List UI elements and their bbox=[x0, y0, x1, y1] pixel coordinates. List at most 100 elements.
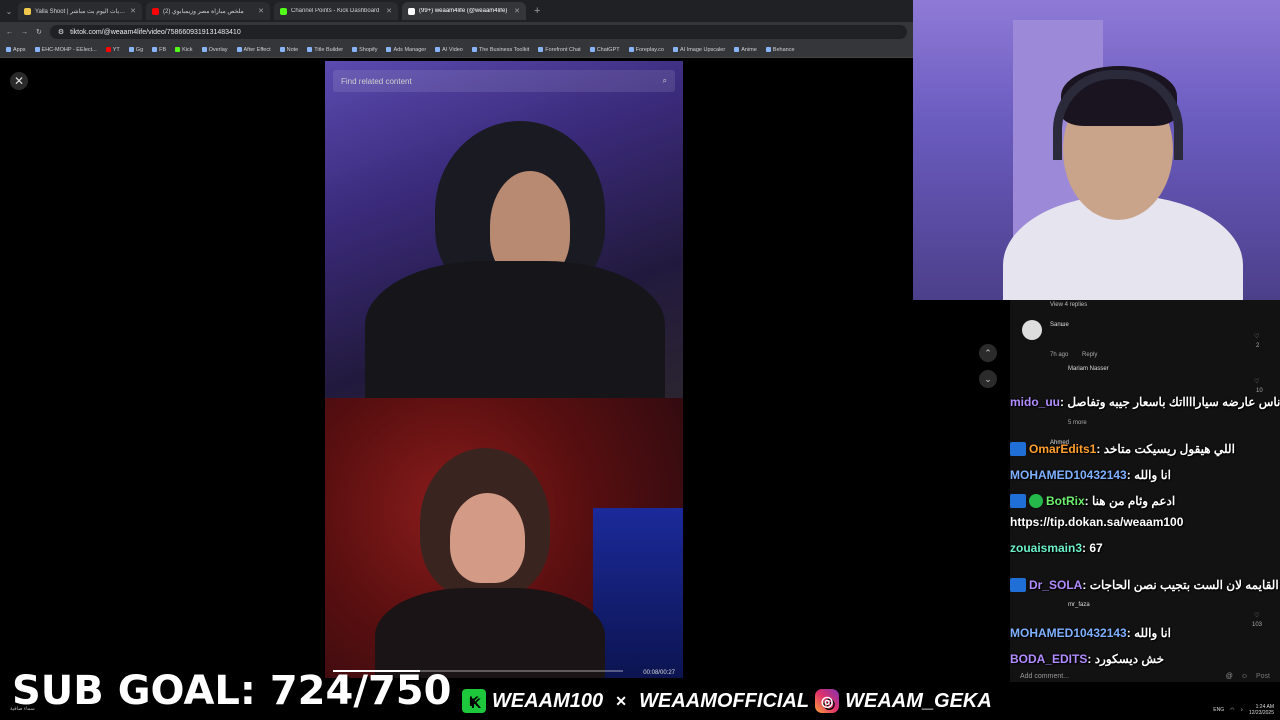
bookmark-item[interactable]: YT bbox=[105, 47, 120, 53]
bookmark-item[interactable]: Forefront Chat bbox=[538, 47, 581, 53]
post-button[interactable]: Post bbox=[1256, 673, 1270, 680]
browser-tab[interactable]: Yalla Shoot | مشاهدة مباريات اليوم بث مب… bbox=[18, 2, 142, 20]
tab-title: Yalla Shoot | مشاهدة مباريات اليوم بث مب… bbox=[35, 8, 126, 15]
language-indicator[interactable]: ENG bbox=[1213, 707, 1224, 713]
bookmark-item[interactable]: EHC-MOHP - EElect... bbox=[34, 47, 97, 53]
mention-icon[interactable]: @ bbox=[1226, 673, 1233, 680]
bookmark-item[interactable]: Title Builder bbox=[307, 47, 343, 53]
bookmark-item[interactable]: Behance bbox=[765, 47, 795, 53]
comments-panel: View 4 replies Sanше 7h ago Reply ♡ 2 Ma… bbox=[1010, 300, 1280, 682]
bookmark-item[interactable]: Apps bbox=[6, 47, 26, 53]
instagram-logo-icon: ◎ bbox=[815, 689, 840, 713]
volume-icon[interactable]: ♪ bbox=[1240, 707, 1243, 713]
bookmark-item[interactable]: The Business Toolkit bbox=[471, 47, 529, 53]
search-placeholder: Find related content bbox=[341, 76, 412, 86]
related-search-input[interactable]: Find related content ⌕ bbox=[333, 70, 675, 92]
like-heart-icon[interactable]: ♡ bbox=[1254, 612, 1259, 619]
bookmark-icon bbox=[352, 47, 358, 52]
bookmark-icon bbox=[201, 47, 207, 52]
moderator-badge-icon bbox=[1010, 493, 1026, 508]
clock[interactable]: 1:24 AM 12/23/2025 bbox=[1249, 704, 1274, 716]
bookmarks-bar: Apps EHC-MOHP - EElect... YT Gg FB Kick … bbox=[0, 42, 913, 58]
bookmark-icon bbox=[105, 47, 111, 52]
bookmark-item[interactable]: ChatGPT bbox=[589, 47, 620, 53]
bookmark-item[interactable]: Foreplay.co bbox=[628, 47, 664, 53]
tiktok-video-page: ✕ Find related content ⌕ 00:08/00:27 ⌃ ⌄ bbox=[0, 58, 1010, 720]
bookmark-icon bbox=[386, 47, 392, 52]
video-player[interactable]: Find related content ⌕ 00:08/00:27 bbox=[325, 61, 683, 678]
browser-tab[interactable]: Channel Points - Kick Dashboard ✕ bbox=[274, 2, 398, 20]
chat-text: اللي هيقول ريسيكت متاخد bbox=[1103, 442, 1235, 456]
tab-close-icon[interactable]: ✕ bbox=[130, 7, 136, 15]
bookmark-item[interactable]: Shopify bbox=[352, 47, 377, 53]
bookmark-icon bbox=[471, 47, 477, 52]
chat-message: OmarEdits1: اللي هيقول ريسيكت متاخد bbox=[1010, 441, 1235, 457]
weather-widget[interactable]: سماء صافية bbox=[10, 706, 35, 712]
tab-favicon-icon bbox=[280, 7, 287, 15]
chat-text: 67 bbox=[1089, 541, 1103, 555]
chat-message: Dr_SOLA: انا مع القايمه لان الست بتجيب ن… bbox=[1010, 577, 1280, 593]
like-count: 2 bbox=[1256, 343, 1260, 349]
reload-icon[interactable]: ↻ bbox=[36, 28, 42, 36]
chat-username: MOHAMED10432143 bbox=[1010, 468, 1127, 482]
tab-search-icon[interactable]: ⌄ bbox=[4, 7, 14, 16]
chat-message: mido_uu: يلا نرن علي ناس عارضه سياراااات… bbox=[1010, 395, 1280, 409]
browser-tab[interactable]: (2) ملخص مباراة مصر وزيمبابوي ✕ bbox=[146, 2, 270, 20]
tab-title: Channel Points - Kick Dashboard bbox=[291, 8, 380, 14]
chat-message: MOHAMED10432143: انا والله bbox=[1010, 626, 1171, 640]
tab-close-icon[interactable]: ✕ bbox=[386, 7, 392, 15]
emoji-icon[interactable]: ☺ bbox=[1241, 673, 1248, 680]
comment-username[interactable]: Sanше bbox=[1050, 322, 1069, 328]
more-replies-link[interactable]: 5 more bbox=[1068, 420, 1087, 426]
bookmark-item[interactable]: Note bbox=[279, 47, 298, 53]
new-tab-icon[interactable]: + bbox=[534, 5, 540, 17]
add-comment-field[interactable]: Add comment... @ ☺ Post bbox=[1020, 668, 1270, 684]
url-field[interactable]: ⚙ tiktok.com/@weaam4life/video/758660931… bbox=[49, 25, 907, 39]
tab-title: (99+) weaam4life (@weaam4life) bbox=[419, 8, 508, 14]
chat-text: خش ديسكورد bbox=[1094, 652, 1165, 666]
comment-username[interactable]: Mariam Nasser bbox=[1068, 366, 1109, 372]
moderator-badge-icon bbox=[1010, 441, 1026, 456]
tab-close-icon[interactable]: ✕ bbox=[514, 7, 520, 15]
chat-text: انا مع القايمه لان الست بتجيب نصن الحاجا… bbox=[1089, 578, 1280, 592]
site-info-icon[interactable]: ⚙ bbox=[58, 28, 64, 36]
socials-bar: K WEAAM100 ✕ WEAAMOFFICIAL ◎ WEAAM_GEKA bbox=[462, 687, 992, 715]
comment-username[interactable]: mr_faza bbox=[1068, 602, 1090, 608]
bookmark-icon bbox=[175, 47, 181, 52]
reply-link[interactable]: Reply bbox=[1082, 352, 1097, 358]
bookmark-item[interactable]: Ads Manager bbox=[386, 47, 426, 53]
bookmark-icon bbox=[6, 47, 11, 52]
forward-icon[interactable]: → bbox=[21, 29, 28, 36]
view-replies-link[interactable]: View 4 replies bbox=[1050, 302, 1087, 308]
bookmark-item[interactable]: Anime bbox=[734, 47, 757, 53]
bookmark-item[interactable]: AI Video bbox=[435, 47, 463, 53]
like-heart-icon[interactable]: ♡ bbox=[1254, 333, 1259, 340]
chat-username: MOHAMED10432143 bbox=[1010, 626, 1127, 640]
tab-favicon-icon bbox=[152, 7, 159, 15]
search-icon[interactable]: ⌕ bbox=[663, 76, 667, 86]
like-heart-icon[interactable]: ♡ bbox=[1254, 378, 1259, 385]
chat-link-text[interactable]: https://tip.dokan.sa/weaam100 bbox=[1010, 515, 1183, 529]
like-count: 10 bbox=[1256, 388, 1263, 394]
bookmark-item[interactable]: FB bbox=[152, 47, 166, 53]
bookmark-item[interactable]: Kick bbox=[175, 47, 193, 53]
bookmark-item[interactable]: Overlay bbox=[201, 47, 228, 53]
wifi-icon[interactable]: ◠ bbox=[1230, 707, 1234, 713]
bookmark-icon bbox=[279, 47, 285, 52]
bookmark-icon bbox=[128, 47, 134, 52]
kick-logo-icon: K bbox=[462, 689, 486, 713]
bookmark-item[interactable]: After Effect bbox=[236, 47, 271, 53]
close-icon[interactable]: ✕ bbox=[10, 72, 28, 90]
next-video-icon[interactable]: ⌄ bbox=[979, 370, 997, 388]
previous-video-icon[interactable]: ⌃ bbox=[979, 344, 997, 362]
browser-tab-active[interactable]: (99+) weaam4life (@weaam4life) ✕ bbox=[402, 2, 526, 20]
tab-close-icon[interactable]: ✕ bbox=[258, 7, 264, 15]
browser-tab-bar: ⌄ Yalla Shoot | مشاهدة مباريات اليوم بث … bbox=[0, 0, 913, 22]
chat-message: zouaismain3: 67 bbox=[1010, 541, 1103, 555]
add-comment-placeholder: Add comment... bbox=[1020, 672, 1070, 680]
bookmark-item[interactable]: AI Image Upscaler bbox=[672, 47, 725, 53]
chat-text: انا والله bbox=[1134, 626, 1171, 640]
back-icon[interactable]: ← bbox=[6, 29, 13, 36]
bookmark-item[interactable]: Gg bbox=[128, 47, 143, 53]
chat-message: BotRix: ادعم وئام من هنا bbox=[1010, 493, 1175, 509]
